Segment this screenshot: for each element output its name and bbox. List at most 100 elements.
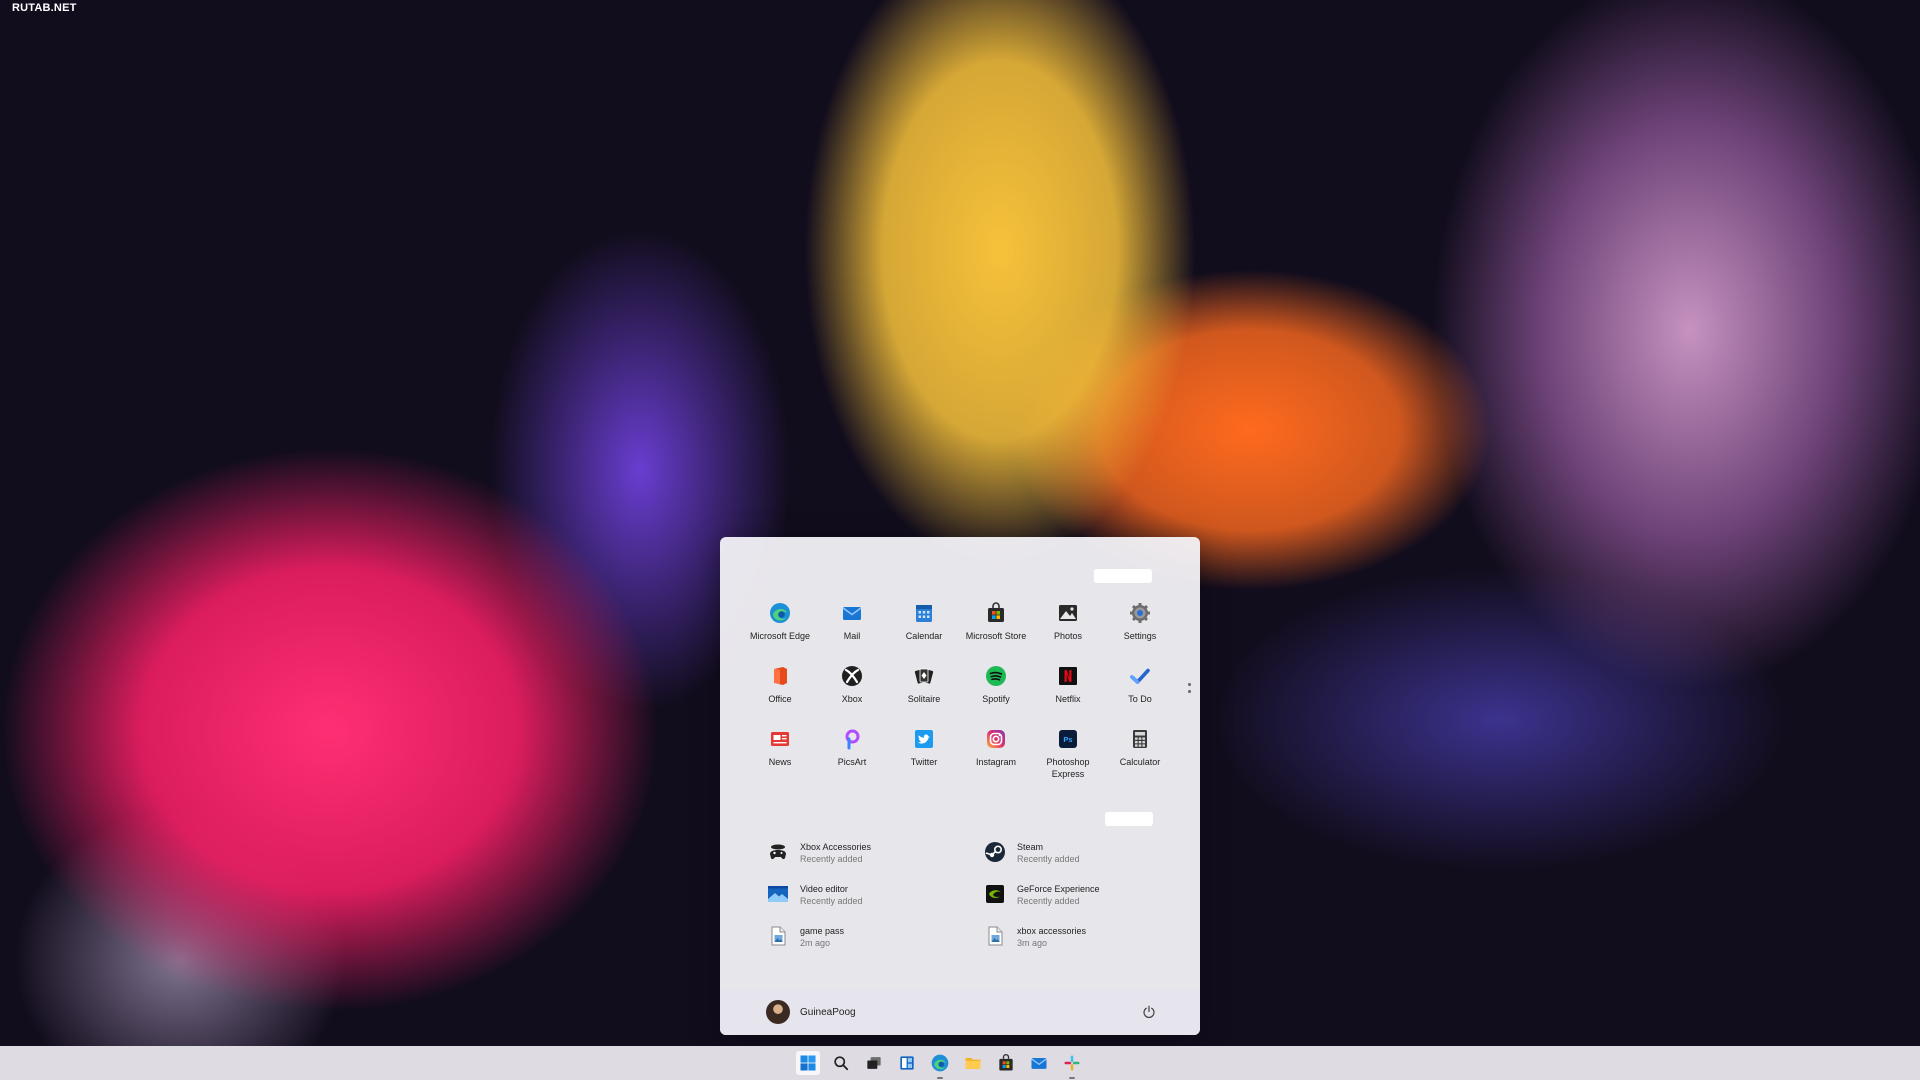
pinned-app-photoshop-express[interactable]: Ps Photoshop Express: [1032, 725, 1104, 788]
pinned-app-label: Solitaire: [907, 694, 941, 704]
geforce-icon: [983, 882, 1007, 906]
photos-icon: [1056, 601, 1080, 625]
recommended-item-text: Steam Recently added: [1017, 840, 1080, 865]
recommended-item-subtitle: Recently added: [1017, 854, 1080, 864]
recommended-item-subtitle: Recently added: [800, 896, 863, 906]
page-dot: [1187, 690, 1191, 693]
recommended-item-text: Xbox Accessories Recently added: [800, 840, 871, 865]
calendar-icon: [912, 601, 936, 625]
picsart-icon: [840, 727, 864, 751]
pinned-app-spotify[interactable]: Spotify: [960, 662, 1032, 725]
user-name: GuineaPoog: [800, 1006, 856, 1018]
taskbar-button-search[interactable]: [829, 1051, 853, 1075]
pinned-app-label: Photoshop Express: [1046, 757, 1090, 779]
twitter-icon: [912, 727, 936, 751]
pinned-app-label: Calculator: [1119, 757, 1161, 767]
recommended-list: Xbox Accessories Recently added Steam Recen…: [766, 840, 1166, 966]
recommended-item-game-pass[interactable]: game pass 2m ago: [766, 924, 983, 966]
recommended-item-text: GeForce Experience Recently added: [1017, 882, 1100, 907]
taskbar-button-edge[interactable]: [928, 1051, 952, 1079]
pinned-app-label: Office: [768, 694, 792, 704]
recommended-item-xbox-accessories[interactable]: Xbox Accessories Recently added: [766, 840, 983, 882]
pinned-app-microsoft-edge[interactable]: Microsoft Edge: [744, 599, 816, 662]
pinned-app-to-do[interactable]: To Do: [1104, 662, 1176, 725]
document-icon: [983, 924, 1007, 948]
pinned-app-office[interactable]: Office: [744, 662, 816, 725]
task-view-icon: [864, 1053, 884, 1073]
pinned-app-netflix[interactable]: Netflix: [1032, 662, 1104, 725]
taskbar-button-slack[interactable]: [1060, 1051, 1084, 1079]
pinned-app-label: News: [768, 757, 792, 767]
pinned-app-picsart[interactable]: PicsArt: [816, 725, 888, 788]
taskbar-button-start[interactable]: [796, 1051, 820, 1075]
recommended-item-subtitle: Recently added: [800, 854, 863, 864]
power-button[interactable]: [1140, 1003, 1158, 1021]
recommended-item-subtitle: Recently added: [1017, 896, 1080, 906]
pinned-app-calculator[interactable]: Calculator: [1104, 725, 1176, 788]
svg-text:Ps: Ps: [1063, 735, 1072, 744]
pinned-app-calendar[interactable]: Calendar: [888, 599, 960, 662]
recommended-item-text: Video editor Recently added: [800, 882, 863, 907]
pinned-app-label: Microsoft Store: [965, 631, 1027, 641]
recommended-item-geforce-experience[interactable]: GeForce Experience Recently added: [983, 882, 1166, 924]
pinned-app-settings[interactable]: Settings: [1104, 599, 1176, 662]
recommended-item-xbox-accessories[interactable]: xbox accessories 3m ago: [983, 924, 1166, 966]
pinned-app-mail[interactable]: Mail: [816, 599, 888, 662]
pinned-app-microsoft-store[interactable]: Microsoft Store: [960, 599, 1032, 662]
pinned-app-label: Twitter: [910, 757, 938, 767]
pinned-apps-grid: Microsoft Edge Mail Calendar Microsoft Stor…: [744, 599, 1176, 788]
recommended-section-header: [1105, 812, 1153, 826]
taskbar: [0, 1046, 1920, 1080]
xbox-accessories-icon: [766, 840, 790, 864]
taskbar-button-widgets[interactable]: [895, 1051, 919, 1075]
taskbar-button-store[interactable]: [994, 1051, 1018, 1075]
calculator-icon: [1128, 727, 1152, 751]
recommended-item-text: xbox accessories 3m ago: [1017, 924, 1086, 949]
spotify-icon: [984, 664, 1008, 688]
pinned-app-news[interactable]: News: [744, 725, 816, 788]
pinned-app-label: Netflix: [1055, 694, 1081, 704]
xbox-icon: [840, 664, 864, 688]
recommended-item-steam[interactable]: Steam Recently added: [983, 840, 1166, 882]
taskbar-button-task-view[interactable]: [862, 1051, 886, 1075]
pinned-app-label: Spotify: [982, 694, 1010, 704]
recommended-item-title: Steam: [1017, 842, 1044, 852]
file-explorer-icon: [963, 1053, 983, 1073]
store-icon: [984, 601, 1008, 625]
edge-icon: [768, 601, 792, 625]
pinned-app-twitter[interactable]: Twitter: [888, 725, 960, 788]
pinned-app-label: PicsArt: [837, 757, 867, 767]
page-indicator[interactable]: [1187, 683, 1191, 693]
pinned-app-instagram[interactable]: Instagram: [960, 725, 1032, 788]
widgets-icon: [897, 1053, 917, 1073]
taskbar-button-mail[interactable]: [1027, 1051, 1051, 1075]
taskbar-button-file-explorer[interactable]: [961, 1051, 985, 1075]
store-icon: [996, 1053, 1016, 1073]
pinned-app-label: To Do: [1128, 694, 1152, 704]
document-icon: [766, 924, 790, 948]
avatar: [766, 1000, 790, 1024]
pinned-app-label: Calendar: [905, 631, 943, 641]
recommended-item-text: game pass 2m ago: [800, 924, 844, 949]
recommended-item-title: xbox accessories: [1017, 926, 1087, 936]
pinned-section-header: [1094, 569, 1152, 583]
pinned-app-label: Instagram: [975, 757, 1017, 767]
mail-icon: [840, 601, 864, 625]
steam-icon: [983, 840, 1007, 864]
pinned-app-solitaire[interactable]: Solitaire: [888, 662, 960, 725]
recommended-item-title: game pass: [800, 926, 845, 936]
page-dot: [1187, 683, 1191, 686]
watermark-text: RUTAB.NET: [12, 2, 77, 14]
news-icon: [768, 727, 792, 751]
recommended-item-subtitle: 3m ago: [1017, 938, 1048, 948]
recommended-item-title: Xbox Accessories: [800, 842, 872, 852]
start-icon: [798, 1053, 818, 1073]
pinned-app-photos[interactable]: Photos: [1032, 599, 1104, 662]
power-icon: [1143, 1005, 1155, 1018]
pinned-app-xbox[interactable]: Xbox: [816, 662, 888, 725]
settings-icon: [1128, 601, 1152, 625]
start-menu: Microsoft Edge Mail Calendar Microsoft Stor…: [720, 537, 1200, 1035]
user-profile-button[interactable]: GuineaPoog: [766, 1000, 856, 1024]
pinned-app-label: Microsoft Edge: [749, 631, 811, 641]
recommended-item-video-editor[interactable]: Video editor Recently added: [766, 882, 983, 924]
